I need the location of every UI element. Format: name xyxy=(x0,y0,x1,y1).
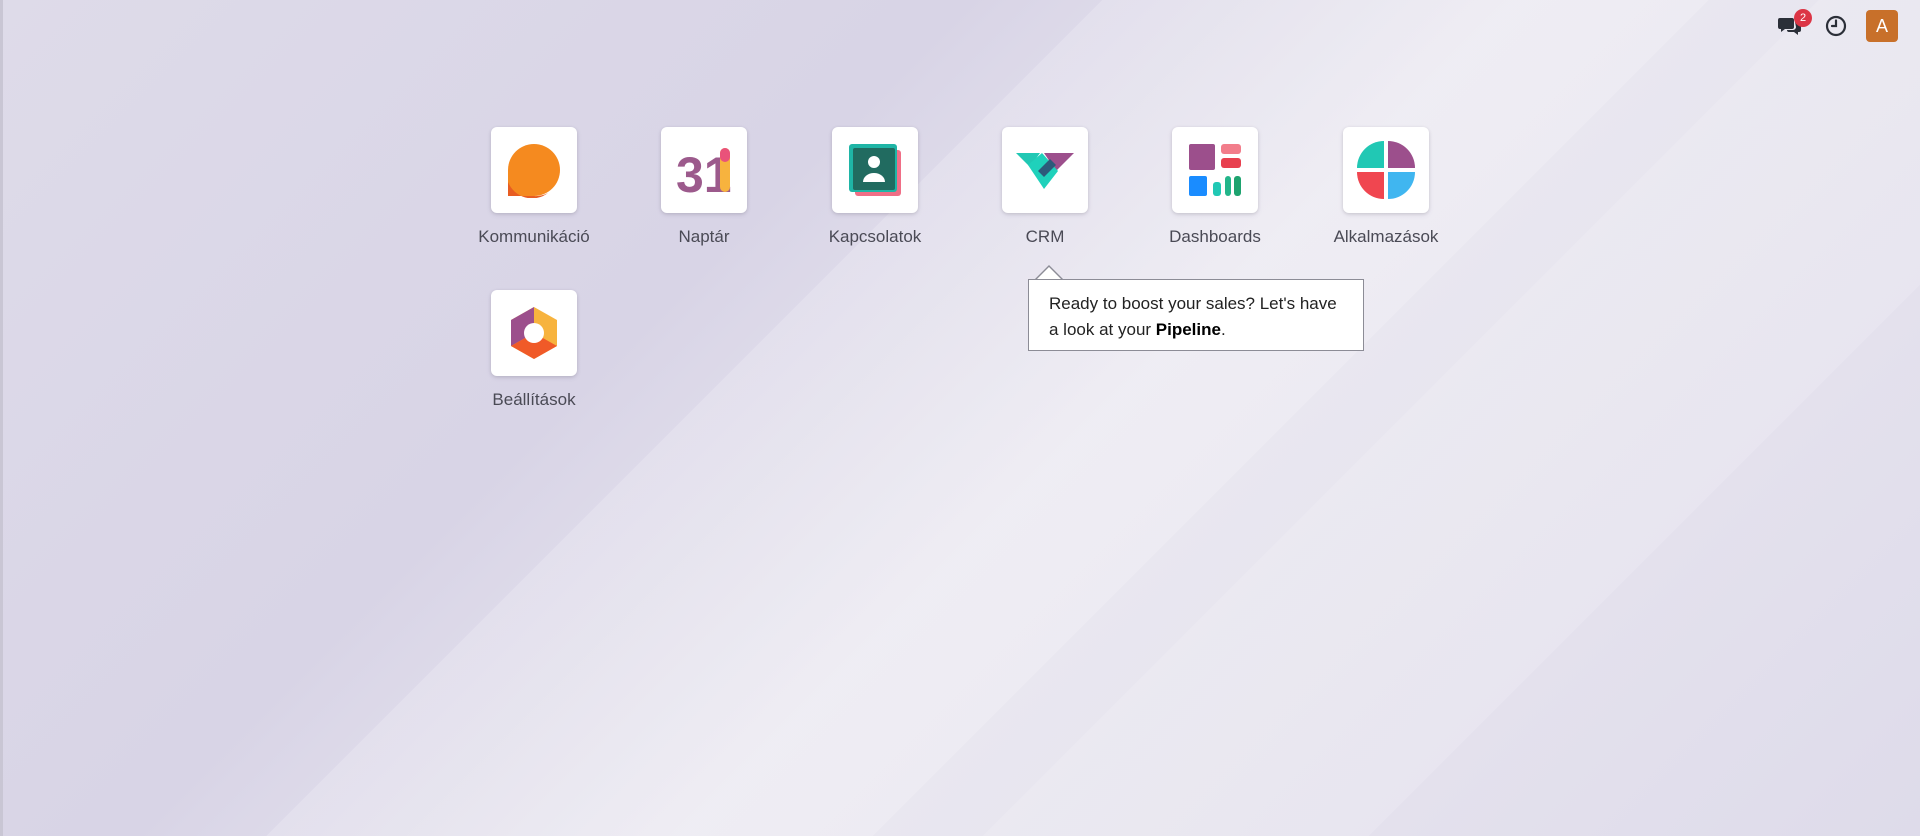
app-label: Kapcsolatok xyxy=(828,227,922,246)
app-crm[interactable]: CRM xyxy=(970,127,1120,247)
tooltip-bold-text: Pipeline xyxy=(1155,320,1221,339)
app-label: Beállítások xyxy=(492,390,576,409)
app-icon-box xyxy=(1172,127,1258,213)
activities-button[interactable] xyxy=(1820,10,1852,42)
app-label: Naptár xyxy=(678,227,730,246)
app-label: Alkalmazások xyxy=(1333,227,1439,246)
contacts-icon xyxy=(849,144,901,196)
app-icon-box xyxy=(1002,127,1088,213)
app-alkalmazasok[interactable]: Alkalmazások xyxy=(1311,127,1461,247)
clock-icon xyxy=(1825,15,1847,37)
left-edge xyxy=(0,0,3,836)
calendar-icon: 31 xyxy=(676,147,732,198)
tooltip-text-end: . xyxy=(1220,320,1226,339)
app-icon-box: 31 xyxy=(661,127,747,213)
app-icon-box xyxy=(491,290,577,376)
app-label: CRM xyxy=(1025,227,1065,246)
apps-icon xyxy=(1357,141,1415,199)
app-icon-box xyxy=(491,127,577,213)
settings-icon xyxy=(511,307,557,359)
discuss-icon xyxy=(508,144,560,198)
app-icon-box xyxy=(832,127,918,213)
crm-icon xyxy=(1016,153,1074,189)
messages-badge: 2 xyxy=(1794,9,1812,27)
onboarding-tooltip[interactable]: Ready to boost your sales? Let's have a … xyxy=(1028,279,1364,351)
messages-button[interactable]: 2 xyxy=(1774,9,1812,42)
app-kapcsolatok[interactable]: Kapcsolatok xyxy=(800,127,950,247)
user-avatar[interactable]: A xyxy=(1866,10,1898,42)
app-dashboards[interactable]: Dashboards xyxy=(1140,127,1290,247)
dashboards-icon xyxy=(1189,144,1241,196)
app-beallitasok[interactable]: Beállítások xyxy=(459,290,609,410)
app-kommunikacio[interactable]: Kommunikáció xyxy=(459,127,609,247)
app-icon-box xyxy=(1343,127,1429,213)
app-label: Kommunikáció xyxy=(478,227,590,246)
app-label: Dashboards xyxy=(1169,227,1261,246)
background xyxy=(0,0,1920,836)
systray: 2 A xyxy=(1774,9,1898,42)
app-naptar[interactable]: 31 Naptár xyxy=(629,127,779,247)
